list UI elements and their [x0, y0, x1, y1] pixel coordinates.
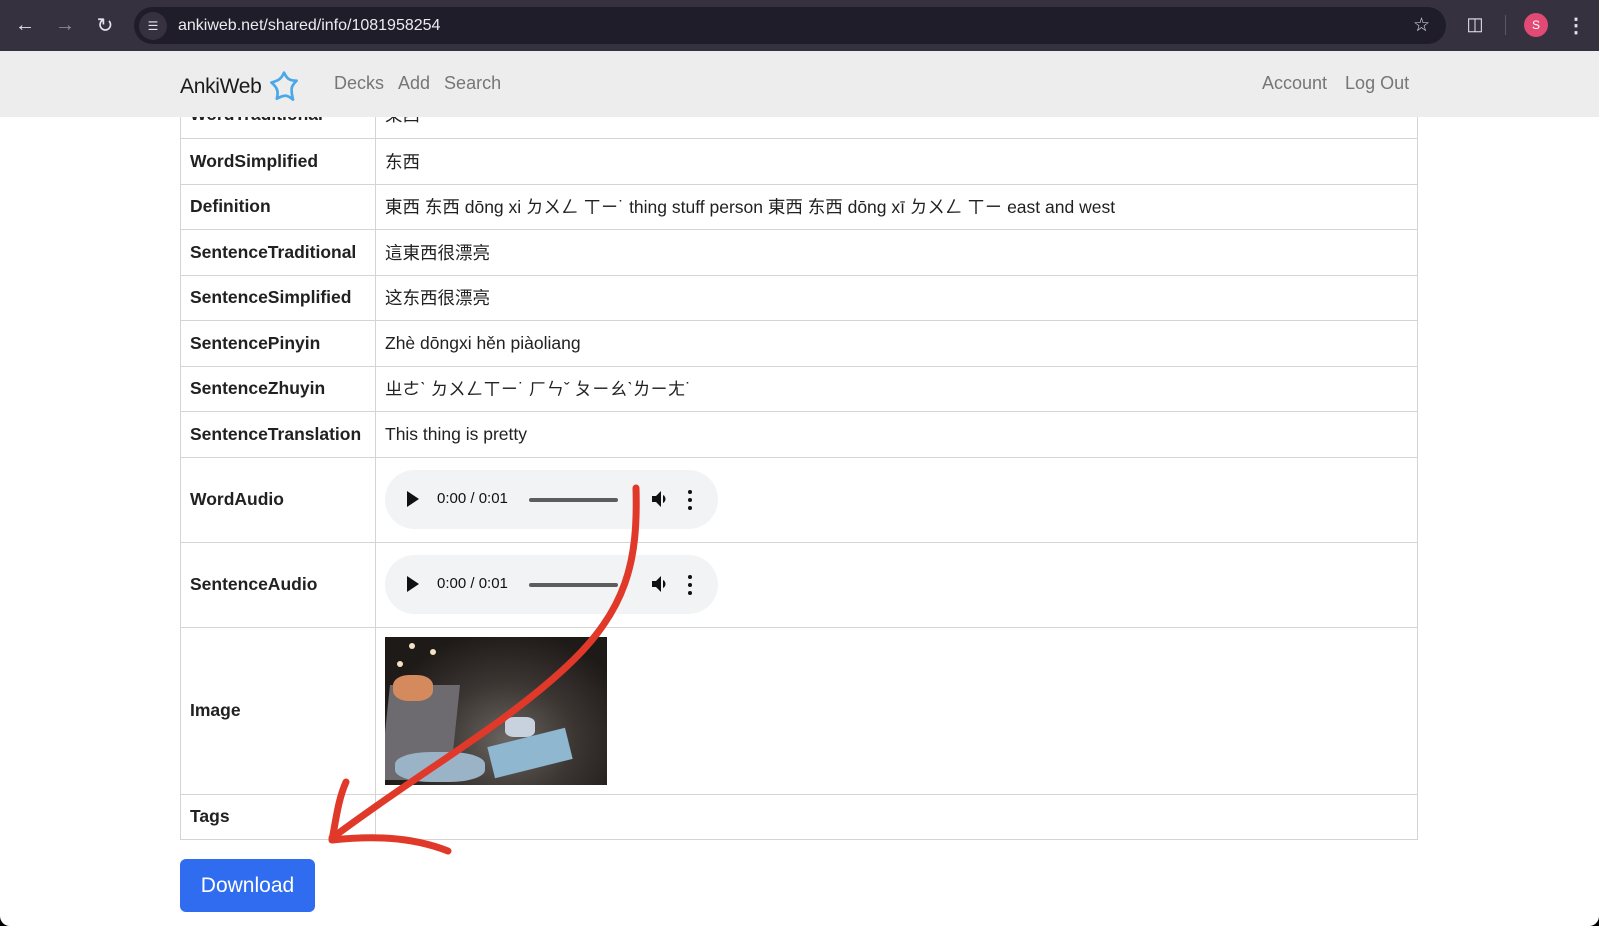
play-icon[interactable]	[407, 491, 419, 507]
table-row: SentenceAudio 0:00 / 0:01	[180, 541, 1418, 628]
account-nav: Account Log Out	[1262, 73, 1409, 94]
table-row: WordAudio 0:00 / 0:01	[180, 456, 1418, 543]
site-info-icon[interactable]: ☰	[139, 11, 167, 40]
sentence-audio-player[interactable]: 0:00 / 0:01	[385, 555, 718, 614]
window-corner	[1579, 906, 1599, 926]
field-value	[375, 626, 1418, 795]
field-label: Tags	[180, 793, 376, 840]
table-row: Tags	[180, 793, 1418, 840]
nav-search[interactable]: Search	[444, 73, 501, 94]
field-label: SentenceTraditional	[180, 229, 376, 276]
table-row: SentenceSimplified 这东西很漂亮	[180, 274, 1418, 321]
main-nav: Decks Add Search	[334, 73, 501, 94]
audio-time: 0:00 / 0:01	[437, 575, 508, 592]
field-label: SentenceSimplified	[180, 274, 376, 321]
field-label: WordSimplified	[180, 138, 376, 185]
reload-icon[interactable]: ↻	[85, 5, 125, 45]
nav-add[interactable]: Add	[398, 73, 430, 94]
audio-progress-slider[interactable]	[529, 498, 618, 502]
field-value: 这东西很漂亮	[375, 274, 1418, 321]
field-label: Image	[180, 626, 376, 795]
star-logo-icon	[269, 71, 298, 101]
bookmark-star-icon[interactable]: ☆	[1413, 14, 1430, 37]
browser-toolbar: ← → ↻ ☰ ankiweb.net/shared/info/10819582…	[0, 0, 1599, 51]
browser-menu-icon[interactable]: ⋮	[1566, 12, 1586, 38]
audio-more-options-icon[interactable]	[685, 488, 695, 512]
volume-icon[interactable]	[649, 572, 673, 596]
window-corner	[0, 906, 20, 926]
field-value: 東西 东西 dōng xi ㄉㄨㄥ ㄒㄧ˙ thing stuff person…	[375, 183, 1418, 230]
back-icon[interactable]: ←	[5, 5, 45, 45]
word-audio-player[interactable]: 0:00 / 0:01	[385, 470, 718, 529]
field-label: SentenceTranslation	[180, 411, 376, 458]
table-row: SentenceTraditional 這東西很漂亮	[180, 229, 1418, 276]
audio-more-options-icon[interactable]	[685, 573, 695, 597]
play-icon[interactable]	[407, 576, 419, 592]
table-row: Image	[180, 626, 1418, 795]
field-value: Zhè dōngxi hěn piàoliang	[375, 320, 1418, 367]
field-value: ㄓㄜˋ ㄉㄨㄥㄒㄧ˙ ㄏㄣˇ ㄆㄧㄠˋㄌㄧㄤ˙	[375, 365, 1418, 412]
field-label: Definition	[180, 183, 376, 230]
field-label: SentenceZhuyin	[180, 365, 376, 412]
fields-table: WordTraditional 東西 WordSimplified 东西 Def…	[180, 90, 1418, 840]
field-label: WordAudio	[180, 456, 376, 543]
audio-time: 0:00 / 0:01	[437, 490, 508, 507]
note-image	[385, 636, 607, 785]
table-row: SentencePinyin Zhè dōngxi hěn piàoliang	[180, 320, 1418, 367]
brand-logo[interactable]: AnkiWeb	[180, 69, 302, 105]
nav-logout[interactable]: Log Out	[1345, 73, 1409, 94]
download-button[interactable]: Download	[180, 859, 315, 912]
table-row: Definition 東西 东西 dōng xi ㄉㄨㄥ ㄒㄧ˙ thing s…	[180, 183, 1418, 230]
note-info: WordTraditional 東西 WordSimplified 东西 Def…	[180, 90, 1418, 840]
field-value: 這東西很漂亮	[375, 229, 1418, 276]
field-value: This thing is pretty	[375, 411, 1418, 458]
field-value	[375, 793, 1418, 840]
volume-icon[interactable]	[649, 487, 673, 511]
brand-name[interactable]: AnkiWeb	[180, 75, 262, 99]
table-row: SentenceTranslation This thing is pretty	[180, 411, 1418, 458]
field-value: 东西	[375, 138, 1418, 185]
extensions-puzzle-icon[interactable]: ◫	[1463, 12, 1487, 36]
toolbar-divider	[1505, 15, 1506, 35]
nav-account[interactable]: Account	[1262, 73, 1327, 94]
field-label: SentenceAudio	[180, 541, 376, 628]
field-value: 0:00 / 0:01	[375, 456, 1418, 543]
profile-avatar[interactable]: S	[1524, 13, 1548, 37]
table-row: SentenceZhuyin ㄓㄜˋ ㄉㄨㄥㄒㄧ˙ ㄏㄣˇ ㄆㄧㄠˋㄌㄧㄤ˙	[180, 365, 1418, 412]
forward-icon[interactable]: →	[45, 5, 85, 45]
url-text[interactable]: ankiweb.net/shared/info/1081958254	[178, 17, 440, 35]
address-bar[interactable]: ☰ ankiweb.net/shared/info/1081958254 ☆	[134, 7, 1446, 44]
nav-decks[interactable]: Decks	[334, 73, 384, 94]
table-row: WordSimplified 东西	[180, 138, 1418, 185]
field-label: SentencePinyin	[180, 320, 376, 367]
field-value: 0:00 / 0:01	[375, 541, 1418, 628]
site-navbar: AnkiWeb Decks Add Search Account Log Out	[0, 51, 1599, 117]
audio-progress-slider[interactable]	[529, 583, 618, 587]
